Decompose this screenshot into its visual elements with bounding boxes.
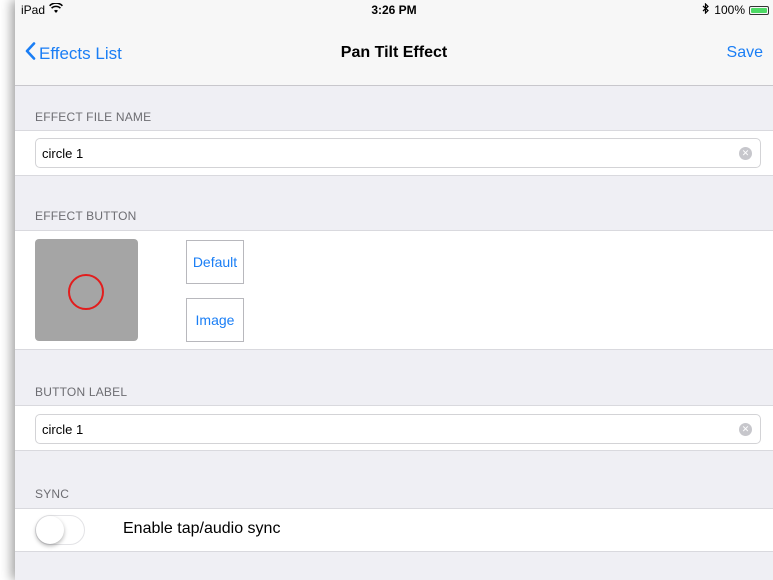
circle-icon — [68, 274, 104, 310]
button-label-value: circle 1 — [42, 421, 84, 437]
save-button[interactable]: Save — [727, 44, 763, 62]
clear-circle-icon[interactable]: ✕ — [739, 423, 752, 436]
sync-toggle[interactable] — [35, 515, 85, 545]
navigation-bar: Effects List Pan Tilt Effect Save — [15, 20, 773, 86]
file-name-cell: circle 1 ✕ — [15, 130, 773, 176]
page-title: Pan Tilt Effect — [340, 44, 448, 61]
section-header-file-name: EFFECT FILE NAME — [35, 110, 152, 124]
default-button[interactable]: Default — [186, 240, 244, 284]
file-name-value: circle 1 — [42, 145, 84, 161]
sync-toggle-label: Enable tap/audio sync — [123, 520, 281, 537]
section-header-effect-button: EFFECT BUTTON — [35, 209, 137, 223]
status-time: 3:26 PM — [371, 3, 417, 17]
battery-percent: 100% — [714, 3, 745, 17]
app-window: iPad 3:26 PM 100% Effects List Pan Tilt … — [15, 0, 773, 580]
button-label-input[interactable]: circle 1 ✕ — [35, 414, 761, 444]
file-name-input[interactable]: circle 1 ✕ — [35, 138, 761, 168]
toggle-knob — [36, 516, 64, 544]
image-button[interactable]: Image — [186, 298, 244, 342]
sync-cell: Enable tap/audio sync — [15, 508, 773, 552]
status-bar: iPad 3:26 PM 100% — [15, 0, 773, 20]
button-label-cell: circle 1 ✕ — [15, 405, 773, 451]
status-right: 100% — [702, 2, 769, 17]
bluetooth-icon — [702, 2, 710, 17]
effect-button-cell: Default Image — [15, 230, 773, 350]
section-header-button-label: BUTTON LABEL — [35, 385, 128, 399]
clear-circle-icon[interactable]: ✕ — [739, 147, 752, 160]
section-header-sync: SYNC — [35, 487, 70, 501]
battery-icon — [749, 5, 769, 15]
battery-fill — [751, 7, 767, 13]
effect-button-preview[interactable] — [35, 239, 138, 341]
